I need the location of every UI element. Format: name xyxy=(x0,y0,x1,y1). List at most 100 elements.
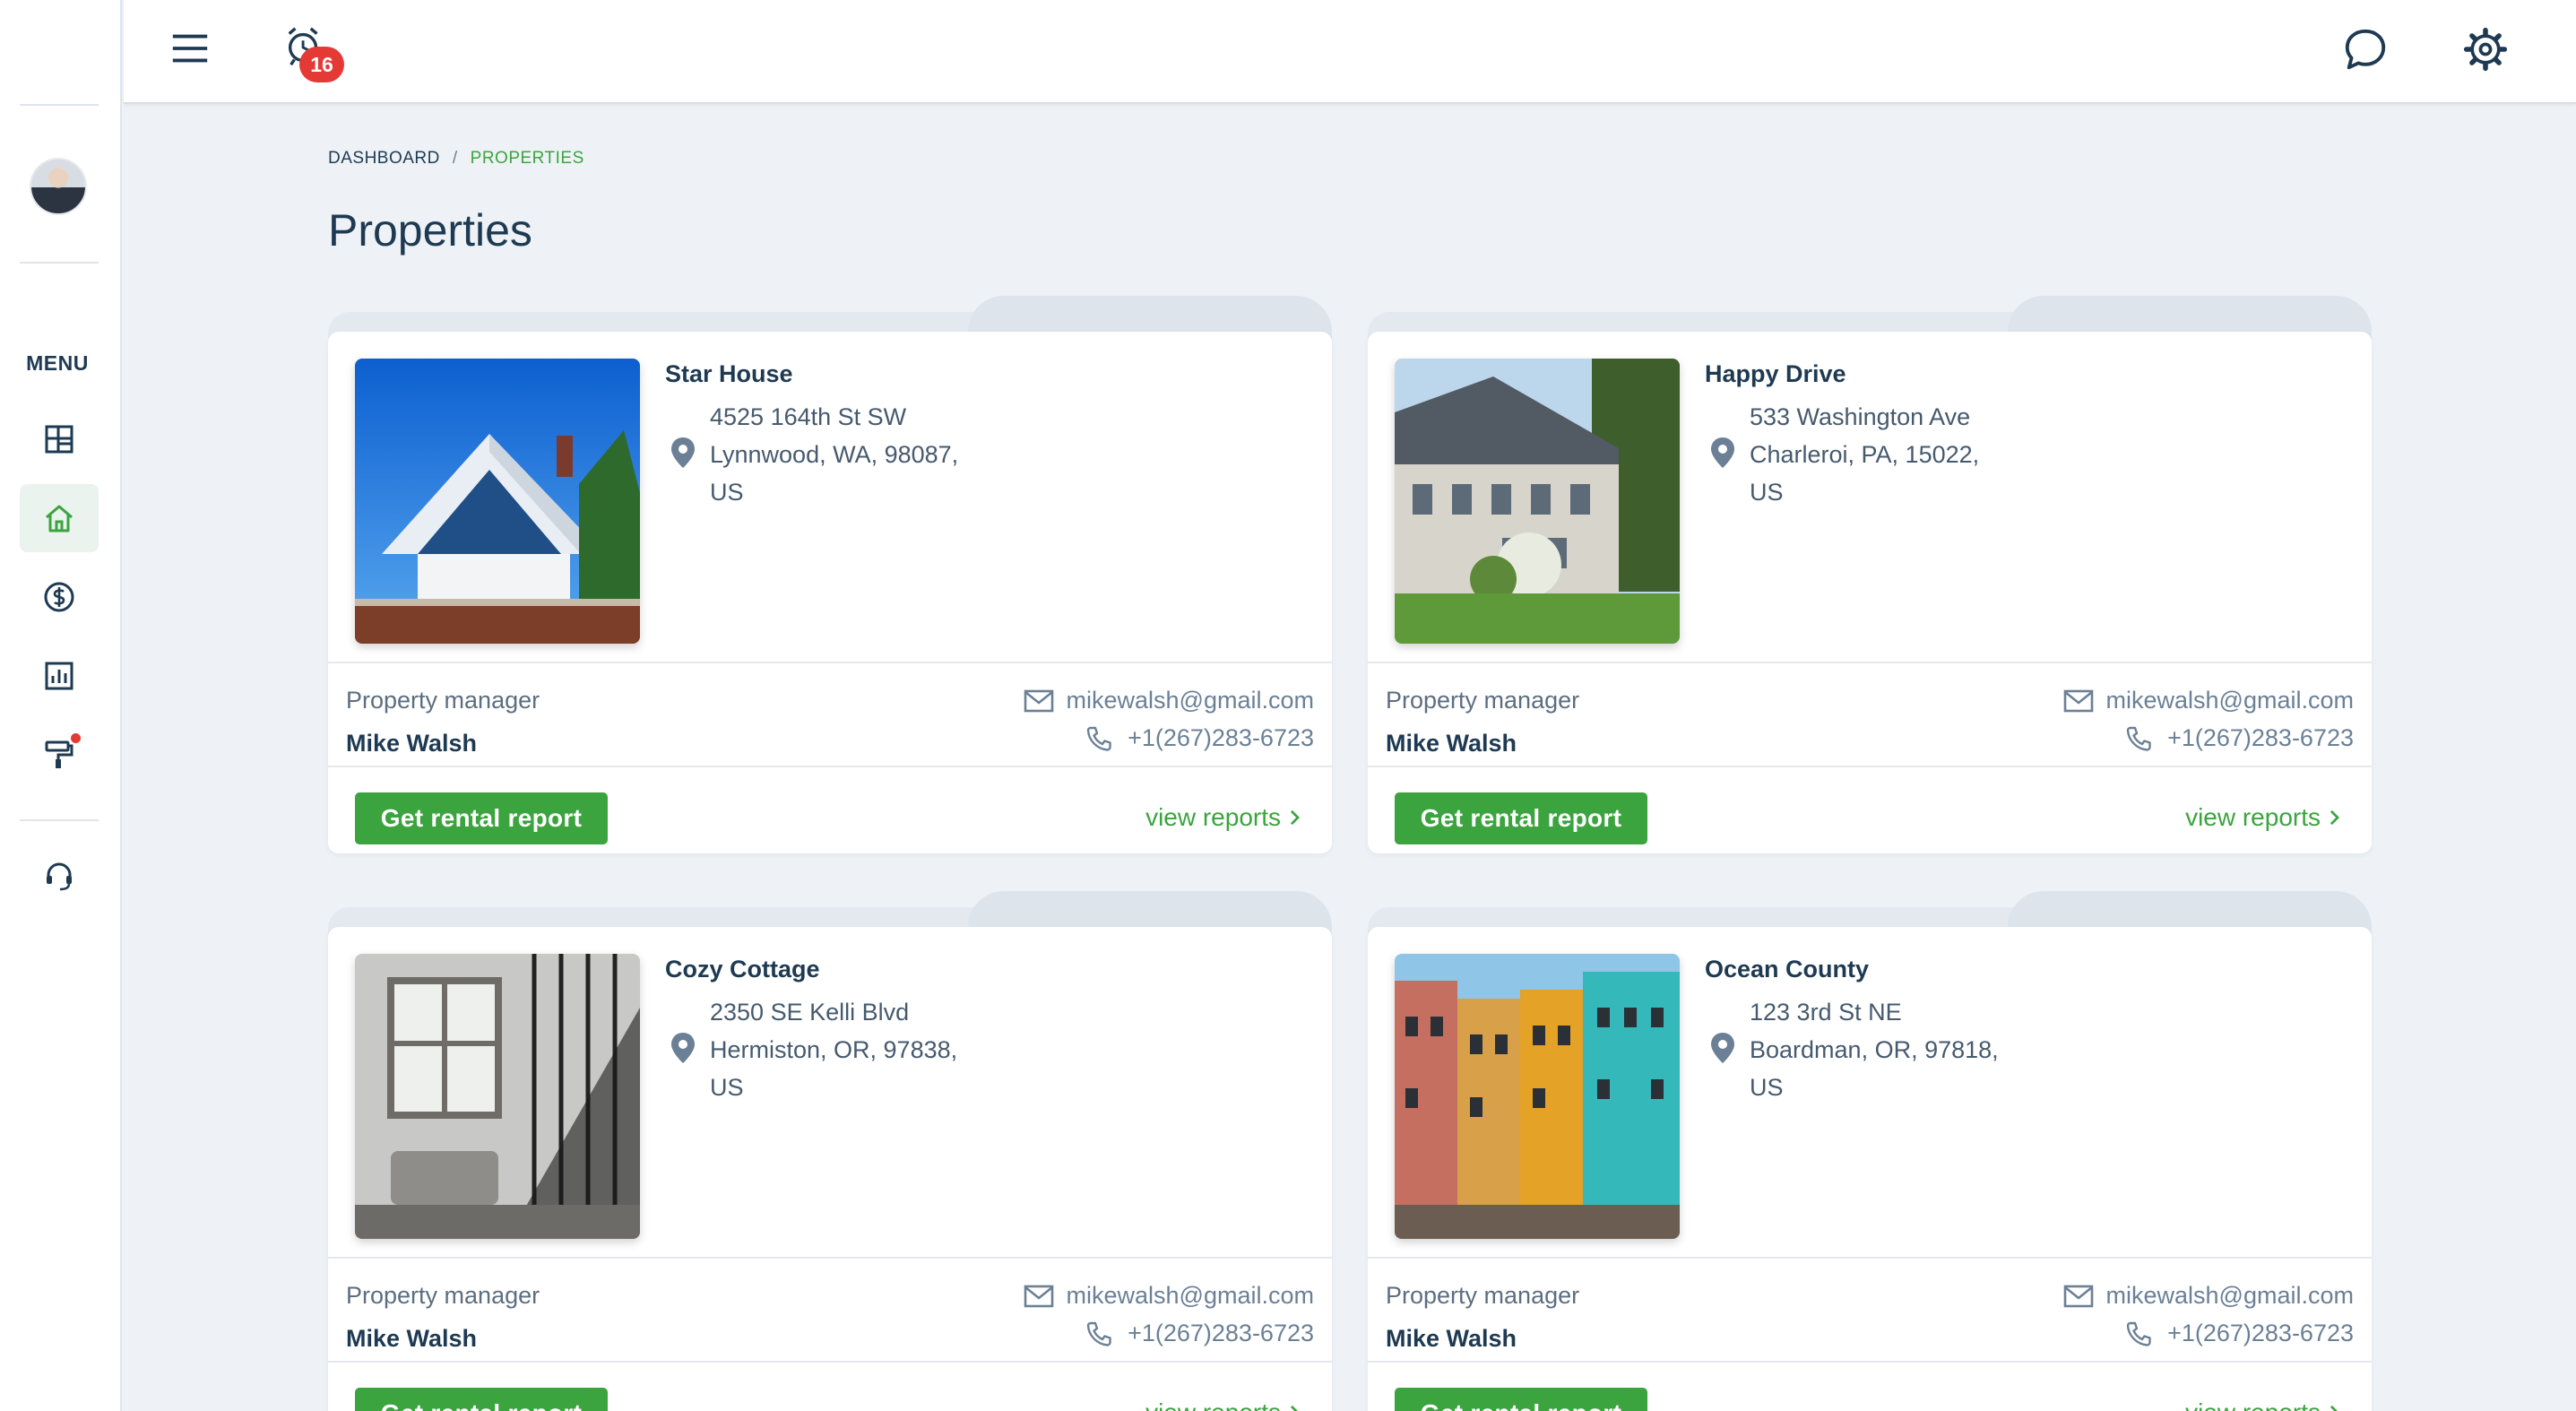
view-reports-link[interactable]: view reports xyxy=(2185,803,2339,832)
mail-icon xyxy=(2063,1285,2093,1307)
manager-email[interactable]: mikewalsh@gmail.com xyxy=(1024,687,1314,714)
manager-name: Mike Walsh xyxy=(1386,1325,1517,1352)
email-text: mikewalsh@gmail.com xyxy=(2105,1282,2354,1309)
property-card-body: Star House 4525 164th St SW Lynnwood, WA… xyxy=(328,332,1332,853)
address-country: US xyxy=(1750,479,1784,506)
property-photo[interactable] xyxy=(355,359,640,644)
manager-name: Mike Walsh xyxy=(346,1325,478,1352)
manager-phone[interactable]: +1(267)283-6723 xyxy=(2124,1320,2354,1347)
view-reports-label: view reports xyxy=(2185,803,2321,831)
property-address: 533 Washington Ave Charleroi, PA, 15022,… xyxy=(1750,398,1979,511)
phone-icon xyxy=(2126,1321,2151,1346)
phone-text: +1(267)283-6723 xyxy=(1128,1320,1314,1346)
manager-phone[interactable]: +1(267)283-6723 xyxy=(1085,724,1314,752)
alarm-count-badge: 16 xyxy=(299,47,344,82)
dashboard-grid-icon xyxy=(45,425,73,454)
property-address: 2350 SE Kelli Blvd Hermiston, OR, 97838,… xyxy=(710,993,957,1106)
email-text: mikewalsh@gmail.com xyxy=(2105,687,2354,714)
phone-text: +1(267)283-6723 xyxy=(2167,724,2354,751)
notification-dot xyxy=(71,733,81,743)
property-photo[interactable] xyxy=(1395,359,1680,644)
phone-text: +1(267)283-6723 xyxy=(2167,1320,2354,1346)
address-line2: Lynnwood, WA, 98087, xyxy=(710,441,959,468)
property-address: 123 3rd St NE Boardman, OR, 97818, US xyxy=(1750,993,1999,1106)
menu-toggle-button[interactable] xyxy=(169,27,212,70)
manager-label: Property manager xyxy=(1386,687,1580,714)
address-line2: Hermiston, OR, 97838, xyxy=(710,1036,958,1063)
phone-text: +1(267)283-6723 xyxy=(1128,724,1314,751)
manager-email[interactable]: mikewalsh@gmail.com xyxy=(2063,1282,2354,1310)
card-divider xyxy=(1368,662,2372,663)
address-line1: 2350 SE Kelli Blvd xyxy=(710,999,910,1026)
address-country: US xyxy=(1750,1074,1784,1101)
sidebar-divider xyxy=(20,262,99,264)
property-name[interactable]: Ocean County xyxy=(1705,956,1869,983)
location-pin-icon xyxy=(1711,1033,1734,1063)
card-divider xyxy=(1368,766,2372,767)
sidebar-item-finance[interactable] xyxy=(20,563,99,631)
breadcrumb-properties: PROPERTIES xyxy=(470,149,584,168)
breadcrumb-dashboard[interactable]: DASHBOARD xyxy=(328,149,440,169)
chat-bubble-icon xyxy=(2345,29,2386,70)
home-icon xyxy=(46,505,73,532)
sidebar-item-dashboard[interactable] xyxy=(20,405,99,473)
property-photo[interactable] xyxy=(1395,954,1680,1239)
dollar-circle-icon xyxy=(44,582,74,612)
card-divider xyxy=(328,662,1332,663)
chevron-right-icon xyxy=(1290,809,1300,826)
sidebar-divider xyxy=(20,819,99,821)
settings-button[interactable] xyxy=(2461,25,2510,74)
chat-button[interactable] xyxy=(2341,25,2390,74)
get-rental-report-button[interactable]: Get rental report xyxy=(355,792,608,844)
address-country: US xyxy=(710,479,744,506)
headset-icon xyxy=(47,862,72,891)
property-name[interactable]: Happy Drive xyxy=(1705,360,1846,388)
sidebar-item-reports[interactable] xyxy=(20,642,99,710)
view-reports-label: view reports xyxy=(2185,1398,2321,1411)
sidebar-item-maintenance[interactable] xyxy=(20,721,99,789)
email-text: mikewalsh@gmail.com xyxy=(1066,1282,1314,1309)
manager-phone[interactable]: +1(267)283-6723 xyxy=(2124,724,2354,752)
view-reports-link[interactable]: view reports xyxy=(1145,1398,1300,1411)
address-country: US xyxy=(710,1074,744,1101)
manager-phone[interactable]: +1(267)283-6723 xyxy=(1085,1320,1314,1347)
address-line1: 4525 164th St SW xyxy=(710,403,907,430)
location-pin-icon xyxy=(671,437,695,468)
phone-icon xyxy=(1086,1321,1111,1346)
property-card-body: Ocean County 123 3rd St NE Boardman, OR,… xyxy=(1368,927,2372,1411)
menu-label: MENU xyxy=(26,351,89,375)
view-reports-link[interactable]: view reports xyxy=(1145,803,1300,832)
phone-icon xyxy=(1086,726,1111,751)
paint-roller-icon xyxy=(45,740,73,768)
breadcrumb-separator: / xyxy=(452,149,458,168)
view-reports-link[interactable]: view reports xyxy=(2185,1398,2339,1411)
property-photo[interactable] xyxy=(355,954,640,1239)
get-rental-report-button[interactable]: Get rental report xyxy=(1395,792,1647,844)
property-name[interactable]: Cozy Cottage xyxy=(665,956,820,983)
address-line2: Boardman, OR, 97818, xyxy=(1750,1036,1999,1063)
avatar[interactable] xyxy=(30,158,87,215)
chevron-right-icon xyxy=(2330,1405,2338,1411)
breadcrumb: DASHBOARD / PROPERTIES xyxy=(328,149,584,169)
location-pin-icon xyxy=(671,1033,695,1063)
manager-email[interactable]: mikewalsh@gmail.com xyxy=(1024,1282,1314,1310)
address-line1: 533 Washington Ave xyxy=(1750,403,1971,430)
email-text: mikewalsh@gmail.com xyxy=(1066,687,1314,714)
manager-name: Mike Walsh xyxy=(1386,730,1517,757)
sidebar: MENU xyxy=(0,0,122,1411)
property-name[interactable]: Star House xyxy=(665,360,793,388)
property-address: 4525 164th St SW Lynnwood, WA, 98087, US xyxy=(710,398,958,511)
location-pin-icon xyxy=(1711,437,1734,468)
manager-email[interactable]: mikewalsh@gmail.com xyxy=(2063,687,2354,714)
phone-icon xyxy=(2126,726,2151,751)
get-rental-report-button[interactable]: Get rental report xyxy=(1395,1388,1647,1411)
sidebar-item-support[interactable] xyxy=(20,843,99,911)
property-card-body: Cozy Cottage 2350 SE Kelli Blvd Hermisto… xyxy=(328,927,1332,1411)
sidebar-item-properties[interactable] xyxy=(20,484,99,552)
get-rental-report-button[interactable]: Get rental report xyxy=(355,1388,608,1411)
view-reports-label: view reports xyxy=(1145,803,1281,831)
chevron-right-icon xyxy=(1290,1405,1299,1411)
topbar: 16 xyxy=(124,0,2576,104)
hamburger-icon xyxy=(172,34,208,63)
mail-icon xyxy=(2063,689,2093,712)
